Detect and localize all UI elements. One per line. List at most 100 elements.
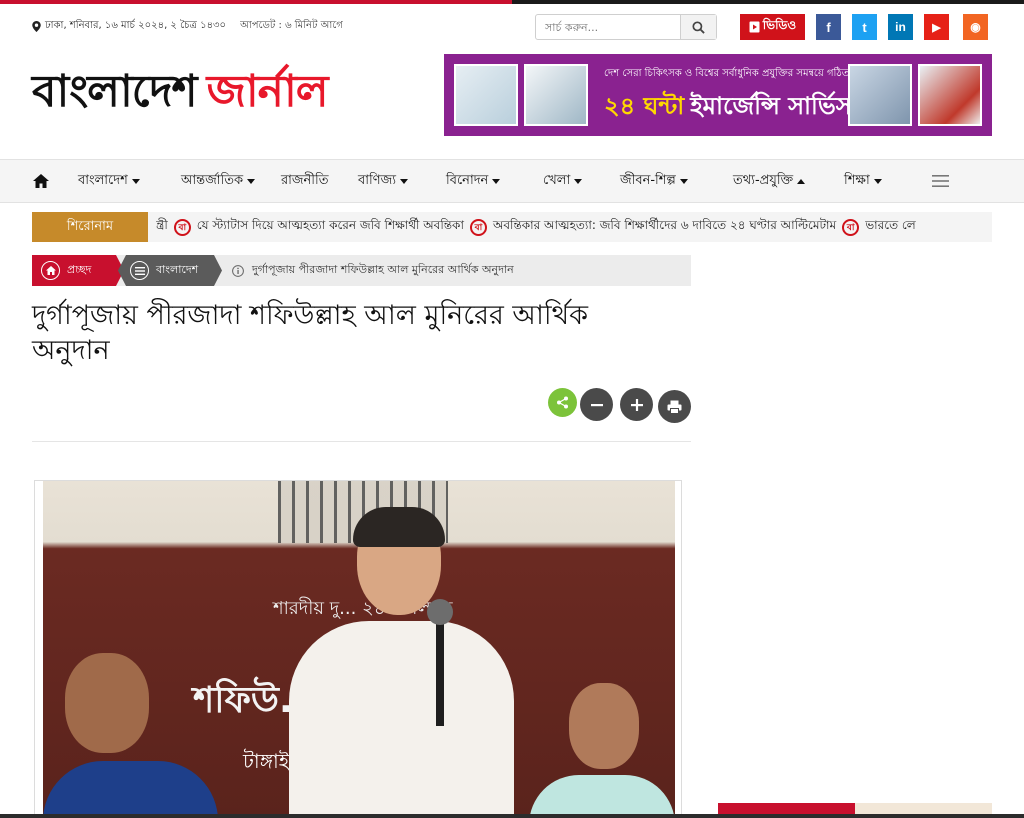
nav-item-label: বিনোদন (446, 172, 489, 188)
info-icon (232, 264, 244, 277)
twitter-icon[interactable]: t (852, 14, 877, 40)
nav-item-sports[interactable]: খেলা (543, 160, 583, 202)
nav-item-bangladesh[interactable]: বাংলাদেশ (78, 160, 140, 202)
hamburger-menu-icon (932, 175, 949, 187)
logo-part-bangladesh: বাংলাদেশ (32, 66, 198, 117)
logo-part-journal: জার্নাল (206, 66, 329, 117)
ticker-label: শিরোনাম (32, 212, 148, 242)
ticker-badge-icon: বা (842, 218, 860, 236)
chevron-up-icon (797, 178, 806, 184)
nav-item-education[interactable]: শিক্ষা (844, 160, 882, 202)
search-icon (692, 20, 705, 34)
nav-item-commerce[interactable]: বাণিজ্য (358, 160, 408, 202)
content-divider (32, 441, 691, 442)
nav-item-technology[interactable]: তথ্য-প্রযুক্তি (733, 160, 806, 202)
microphone-stand (436, 621, 444, 726)
video-button-label: ভিডিও (762, 18, 797, 32)
decrease-font-button[interactable] (580, 388, 613, 421)
nav-home[interactable] (32, 160, 50, 202)
nav-item-label: বাণিজ্য (358, 172, 396, 188)
ticker-fragment: ন্ত্রী (156, 218, 168, 232)
search-button[interactable] (680, 15, 716, 39)
nav-item-label: আন্তর্জাতিক (181, 172, 244, 188)
rss-icon[interactable]: ◉ (963, 14, 988, 40)
bottom-edge-bar (0, 814, 1024, 818)
ad-image-ambulance (918, 64, 982, 126)
chevron-down-icon (873, 178, 882, 184)
youtube-icon[interactable]: ▶ (924, 14, 949, 40)
chevron-down-icon (679, 178, 688, 184)
ad-subtitle: দেশ সেরা চিকিৎসক ও বিশ্বের সর্বাধুনিক প্… (604, 68, 850, 79)
breadcrumb: প্রচ্ছদ বাংলাদেশ দুর্গাপূজায় পীরজাদা শফ… (32, 255, 691, 286)
share-button[interactable] (548, 388, 577, 417)
breadcrumb-section[interactable]: বাংলাদেশ (118, 255, 222, 286)
chevron-down-icon (492, 178, 501, 184)
nav-item-label: শিক্ষা (844, 172, 870, 188)
ticker-badge-icon: বা (173, 218, 191, 236)
news-ticker: শিরোনাম ন্ত্রী বা যে স্ট্যাটাস দিয়ে আত্… (32, 212, 992, 242)
minus-icon (590, 403, 603, 406)
ticker-item[interactable]: যে স্ট্যাটাস দিয়ে আত্মহত্যা করেন জবি শি… (197, 217, 464, 237)
nav-item-lifestyle[interactable]: জীবন-শিল্প (620, 160, 688, 202)
ad-title: ২৪ ঘন্টা ইমার্জেন্সি সার্ভিস (604, 88, 852, 128)
ad-image-mri (454, 64, 518, 126)
nav-item-entertainment[interactable]: বিনোদন (446, 160, 501, 202)
breadcrumb-home-label: প্রচ্ছদ (67, 263, 92, 276)
photo-person-right (529, 683, 675, 817)
print-icon (667, 400, 682, 414)
chevron-down-icon (574, 178, 583, 184)
ticker-item[interactable]: অবন্তিকার আত্মহত্যা: জবি শিক্ষার্থীদের ৬… (493, 217, 836, 237)
photo-person-left (43, 653, 218, 817)
video-file-icon (749, 21, 760, 33)
main-nav: বাংলাদেশ আন্তর্জাতিক রাজনীতি বাণিজ্য বিন… (0, 159, 1024, 203)
nav-item-label: জীবন-শিল্প (620, 172, 676, 188)
facebook-icon[interactable]: f (816, 14, 841, 40)
list-icon (130, 261, 149, 280)
nav-item-label: বাংলাদেশ (78, 172, 128, 188)
plus-icon (630, 398, 643, 411)
breadcrumb-current: দুর্গাপূজায় পীরজাদা শফিউল্লাহ আল মুনিরে… (232, 255, 514, 286)
date-line: ঢাকা, শনিবার, ১৬ মার্চ ২০২৪, ২ চৈত্র ১৪৩… (32, 18, 343, 35)
ad-image-scanner (848, 64, 912, 126)
nav-item-international[interactable]: আন্তর্জাতিক (181, 160, 256, 202)
nav-item-politics[interactable]: রাজনীতি (281, 160, 329, 202)
ad-title-highlight: ২৪ ঘন্টা (604, 92, 685, 120)
print-button[interactable] (658, 390, 691, 423)
ticker-item[interactable]: ভারতে লে (865, 217, 915, 237)
nav-item-label: তথ্য-প্রযুক্তি (733, 172, 794, 188)
nav-item-label: খেলা (543, 172, 571, 188)
top-accent-red (0, 0, 512, 4)
breadcrumb-section-label: বাংলাদেশ (156, 263, 199, 276)
nav-menu-toggle[interactable] (932, 160, 949, 202)
share-icon (557, 396, 568, 409)
top-accent-dark (512, 0, 1024, 4)
breadcrumb-home[interactable]: প্রচ্ছদ (32, 255, 124, 286)
video-button[interactable]: ভিডিও (740, 14, 805, 40)
current-date: ঢাকা, শনিবার, ১৬ মার্চ ২০২৪, ২ চৈত্র ১৪৩… (45, 20, 227, 31)
photo-speaker (289, 507, 514, 817)
ticker-track: ন্ত্রী বা যে স্ট্যাটাস দিয়ে আত্মহত্যা ক… (156, 212, 992, 242)
article-photo: শারদীয় দু... ২৪ উপলক্ষে শফিউ... ...র কা… (34, 480, 682, 818)
ad-image-equipment (524, 64, 588, 126)
nav-item-label: রাজনীতি (281, 172, 329, 188)
chevron-down-icon (131, 178, 140, 184)
chevron-down-icon (247, 178, 256, 184)
chevron-down-icon (400, 178, 408, 184)
top-bar: ঢাকা, শনিবার, ১৬ মার্চ ২০২৪, ২ চৈত্র ১৪৩… (32, 14, 992, 42)
linkedin-icon[interactable]: in (888, 14, 913, 40)
site-logo[interactable]: বাংলাদেশ জার্নাল (32, 58, 328, 118)
location-pin-icon (32, 21, 41, 32)
ad-banner[interactable]: দেশ সেরা চিকিৎসক ও বিশ্বের সর্বাধুনিক প্… (444, 54, 992, 136)
increase-font-button[interactable] (620, 388, 653, 421)
search-box (535, 14, 717, 40)
photo-scene: শারদীয় দু... ২৪ উপলক্ষে শফিউ... ...র কা… (43, 481, 675, 817)
search-input[interactable] (536, 15, 680, 39)
article-headline: দুর্গাপূজায় পীরজাদা শফিউল্লাহ আল মুনিরে… (32, 300, 589, 366)
home-icon (33, 174, 49, 188)
ticker-badge-icon: বা (469, 218, 487, 236)
breadcrumb-current-label: দুর্গাপূজায় পীরজাদা শফিউল্লাহ আল মুনিরে… (252, 263, 514, 276)
home-icon (41, 261, 60, 280)
update-time: আপডেট : ৬ মিনিট আগে (240, 20, 343, 31)
top-accent-bar (0, 0, 1024, 4)
microphone-icon (427, 599, 453, 625)
